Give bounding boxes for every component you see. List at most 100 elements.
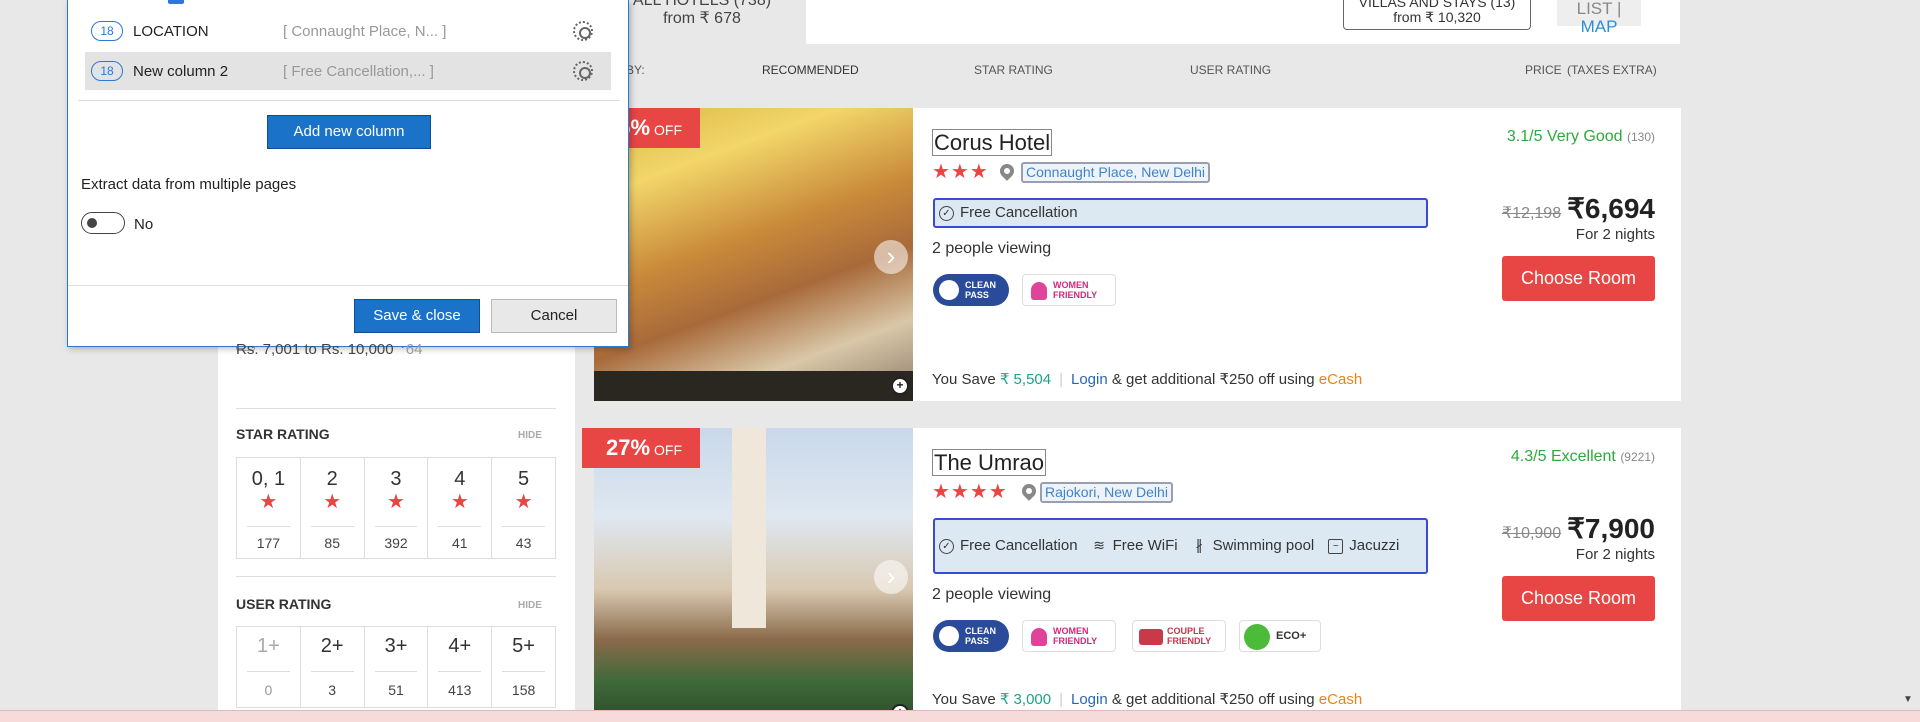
column-name: LOCATION: [133, 22, 209, 40]
sort-star-rating[interactable]: STAR RATING: [974, 63, 1053, 77]
all-hotels-tab[interactable]: ALL HOTELS (738) from ₹ 678: [598, 0, 806, 44]
save-amount: ₹ 5,504: [999, 371, 1052, 388]
star-filter-count: 41: [452, 535, 468, 551]
column-checkbox[interactable]: [168, 0, 184, 4]
price-row: ₹12,198 ₹6,694: [1502, 192, 1655, 225]
choose-room-button[interactable]: Choose Room: [1502, 256, 1655, 301]
ecash-link[interactable]: eCash: [1319, 371, 1362, 388]
divider: [247, 526, 290, 527]
divider: [68, 285, 628, 286]
save-prefix: You Save: [932, 371, 996, 388]
user-filter-count: 3: [328, 682, 337, 698]
divider: [502, 671, 545, 672]
photo-floor: [594, 371, 913, 401]
multiple-pages-toggle[interactable]: [81, 212, 125, 234]
sort-recommended[interactable]: RECOMMENDED: [762, 63, 859, 77]
hotel-photo[interactable]: › +: [594, 108, 913, 401]
add-new-column-button[interactable]: Add new column: [267, 115, 431, 149]
divider: [502, 526, 545, 527]
sort-taxes-note: (TAXES EXTRA): [1567, 63, 1657, 77]
hotel-photo[interactable]: › +: [594, 428, 913, 722]
star-filter-0-1[interactable]: 0, 1 ★ 177: [237, 458, 301, 558]
star-rating-hide[interactable]: HIDE: [518, 430, 542, 441]
hotel-stars: ★★★★: [932, 481, 1008, 503]
original-price: ₹10,900: [1501, 525, 1562, 542]
divider: [236, 576, 556, 577]
check-icon: ✓: [939, 538, 954, 554]
save-amount: ₹ 3,000: [999, 691, 1052, 708]
sort-user-rating[interactable]: USER RATING: [1190, 63, 1271, 77]
login-link[interactable]: Login: [1071, 691, 1108, 708]
amenity-free-cancellation: ✓ Free Cancellation: [939, 521, 1078, 571]
location-pin-icon: [997, 161, 1017, 181]
savings-line: You Save ₹ 3,000 | Login & get additional …: [932, 690, 1362, 708]
hotel-card[interactable]: › + 25%OFF Corus Hotel ★★★ Connaught Pla…: [582, 108, 1681, 401]
all-hotels-count: ALL HOTELS (738): [632, 0, 772, 9]
login-link[interactable]: Login: [1071, 371, 1108, 388]
star-filter-5[interactable]: 5 ★ 43: [492, 458, 555, 558]
next-photo-arrow[interactable]: ›: [874, 560, 908, 594]
gear-icon[interactable]: [573, 21, 593, 41]
star-icon: ★: [323, 491, 342, 513]
original-price: ₹12,198: [1501, 205, 1562, 222]
hotel-location-link[interactable]: Rajokori, New Delhi: [1040, 482, 1173, 503]
ecash-link[interactable]: eCash: [1319, 691, 1362, 708]
save-rest: & get additional ₹250 off using: [1111, 691, 1315, 708]
discounted-price: ₹6,694: [1567, 193, 1655, 224]
star-filter-3[interactable]: 3 ★ 392: [365, 458, 429, 558]
star-filter-4[interactable]: 4 ★ 41: [428, 458, 493, 558]
scroll-down-arrow-icon[interactable]: ▼: [1903, 694, 1913, 705]
map-view-link[interactable]: MAP: [1581, 17, 1618, 36]
pool-icon: ∦: [1195, 536, 1203, 553]
eco-badge: ECO+: [1239, 620, 1321, 652]
photo-tower: [732, 428, 766, 628]
sort-price[interactable]: PRICE: [1525, 63, 1562, 77]
user-filter-5[interactable]: 5+ 158: [492, 627, 555, 707]
discount-suffix: OFF: [654, 442, 683, 458]
hotel-card[interactable]: › + 27%OFF The Umrao ★★★★ Rajokori, New …: [582, 428, 1681, 722]
star-filter-2[interactable]: 2 ★ 85: [301, 458, 365, 558]
amenity-free-wifi: ≋ Free WiFi: [1092, 521, 1177, 571]
save-prefix: You Save: [932, 691, 996, 708]
user-filter-4[interactable]: 4+ 413: [428, 627, 493, 707]
cancel-button[interactable]: Cancel: [491, 299, 617, 333]
choose-room-button[interactable]: Choose Room: [1502, 576, 1655, 621]
hotel-name[interactable]: The Umrao: [932, 449, 1047, 476]
price-range-count: 64: [405, 341, 423, 358]
user-filter-count: 51: [388, 682, 404, 698]
separator: |: [1059, 371, 1063, 388]
column-preview: [ Connaught Place, N... ]: [283, 22, 447, 40]
user-filter-2[interactable]: 2+ 3: [301, 627, 365, 707]
review-count: (130): [1626, 130, 1655, 144]
list-view-link[interactable]: LIST: [1577, 0, 1613, 18]
people-viewing: 2 people viewing: [932, 240, 1052, 257]
column-row[interactable]: 18 New column 2 [ Free Cancellation,... …: [85, 52, 611, 90]
extract-data-dialog: 18 LOCATION [ Connaught Place, N... ] 18…: [67, 0, 629, 347]
villas-tab[interactable]: VILLAS AND STAYS (13) from ₹ 10,320: [1343, 0, 1531, 30]
amenity-label: Jacuzzi: [1349, 537, 1400, 554]
user-filter-3[interactable]: 3+ 51: [365, 627, 429, 707]
divider: [438, 526, 482, 527]
zoom-icon[interactable]: +: [891, 377, 909, 395]
user-filter-1[interactable]: 1+ 0: [237, 627, 301, 707]
price-filter-partial[interactable]: Rs. 7,001 to Rs. 10,000 64: [236, 341, 422, 358]
hotel-name[interactable]: Corus Hotel: [932, 129, 1053, 156]
all-hotels-from: from ₹ 678: [663, 10, 741, 27]
score-label: Excellent: [1550, 448, 1616, 465]
user-rating-hide[interactable]: HIDE: [518, 600, 542, 611]
user-rating-grid: 1+ 0 2+ 3 3+ 51 4+ 413 5+ 158: [236, 626, 556, 708]
column-row[interactable]: 18 LOCATION [ Connaught Place, N... ]: [85, 12, 611, 50]
column-count-badge: 18: [91, 21, 123, 41]
gear-icon[interactable]: [573, 61, 593, 81]
user-filter-count: 158: [511, 682, 536, 698]
column-preview: [ Free Cancellation,... ]: [283, 62, 434, 80]
divider: [374, 526, 418, 527]
user-rating-title: USER RATING: [236, 596, 332, 612]
user-filter-label: 3+: [384, 635, 408, 657]
price-row: ₹10,900 ₹7,900: [1502, 512, 1655, 545]
hotel-location-link[interactable]: Connaught Place, New Delhi: [1021, 162, 1210, 183]
save-close-button[interactable]: Save & close: [354, 299, 480, 333]
next-photo-arrow[interactable]: ›: [874, 240, 908, 274]
jacuzzi-icon: ~: [1328, 538, 1344, 554]
clean-pass-badge: CLEAN PASS: [933, 274, 1009, 306]
